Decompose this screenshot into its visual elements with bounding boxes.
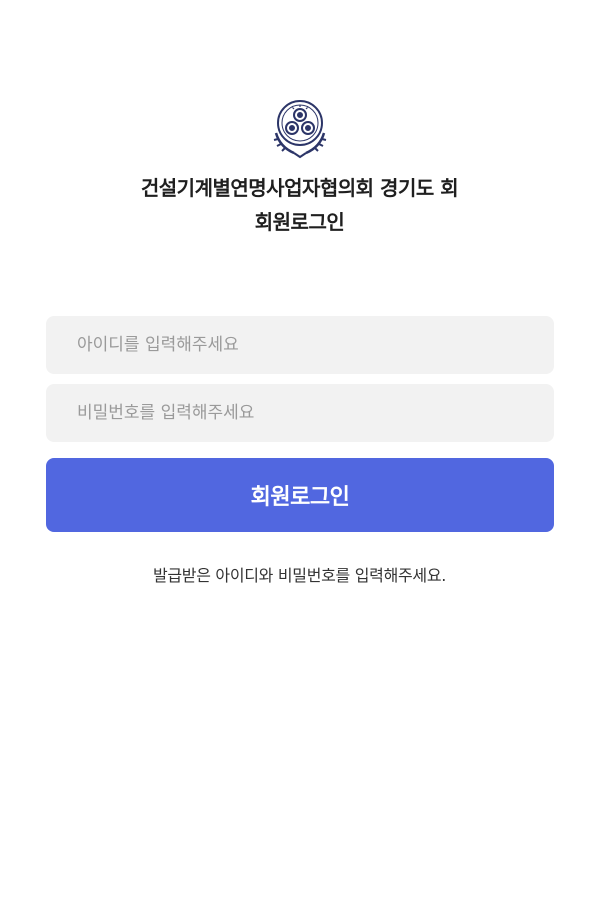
page-title: 건설기계별연명사업자협의회 경기도 회	[140, 176, 459, 200]
helper-text: 발급받은 아이디와 비밀번호를 입력해주세요.	[152, 566, 447, 585]
login-button[interactable]: 회원로그인	[46, 458, 554, 532]
logo	[0, 93, 599, 161]
association-emblem-icon	[273, 100, 326, 159]
id-input[interactable]	[75, 334, 525, 356]
password-input[interactable]	[75, 402, 525, 424]
page-subtitle: 회원로그인	[254, 210, 345, 234]
id-field-container	[46, 316, 554, 374]
password-field-container	[46, 384, 554, 442]
